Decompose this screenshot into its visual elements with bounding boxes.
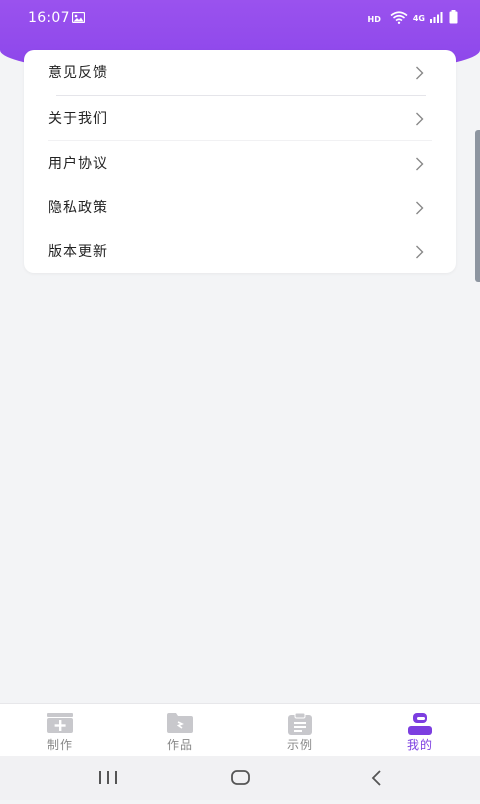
tab-mine[interactable]: 我的: [360, 704, 480, 757]
back-button[interactable]: [336, 756, 416, 800]
menu-item-privacy-policy[interactable]: 隐私政策: [24, 185, 456, 229]
network-type: 4G: [412, 14, 425, 23]
tab-label: 作品: [166, 738, 193, 752]
tab-examples[interactable]: 示例: [240, 704, 360, 757]
status-bar: 16:07 HD 4G: [0, 0, 480, 36]
menu-item-label: 关于我们: [48, 111, 108, 127]
signal-icon: [430, 11, 444, 27]
chevron-right-icon: [415, 65, 424, 84]
tab-create[interactable]: 制作: [0, 704, 120, 757]
folder-icon: [167, 713, 193, 737]
battery-icon: [449, 10, 458, 28]
menu-item-label: 用户协议: [48, 156, 108, 172]
home-button[interactable]: [200, 756, 280, 800]
recent-apps-button[interactable]: [68, 756, 148, 800]
menu-item-label: 意见反馈: [48, 65, 108, 81]
add-box-icon: [47, 713, 73, 737]
tab-label: 制作: [46, 738, 73, 752]
bottom-tab-bar: 制作 作品 示例 我的: [0, 703, 480, 757]
scroll-handle[interactable]: [475, 130, 480, 282]
chevron-right-icon: [415, 156, 424, 175]
menu-item-version-update[interactable]: 版本更新: [24, 229, 456, 273]
menu-item-label: 版本更新: [48, 244, 108, 260]
tab-label: 我的: [406, 738, 433, 752]
chevron-right-icon: [415, 111, 424, 130]
menu-item-user-agreement[interactable]: 用户协议: [24, 141, 456, 185]
chevron-right-icon: [415, 244, 424, 263]
menu-item-about-us[interactable]: 关于我们: [24, 96, 456, 140]
wifi-icon: [390, 10, 408, 28]
settings-menu-card: 意见反馈 关于我们 用户协议 隐私政策 版本更新: [24, 50, 456, 273]
image-notification-icon: [71, 11, 86, 27]
system-navigation-bar: [0, 756, 480, 800]
menu-item-label: 隐私政策: [48, 200, 108, 216]
hd-indicator: HD: [367, 14, 381, 24]
tab-works[interactable]: 作品: [120, 704, 240, 757]
tab-label: 示例: [286, 738, 313, 752]
status-time: 16:07: [28, 10, 70, 26]
menu-item-feedback[interactable]: 意见反馈: [24, 50, 456, 94]
chevron-right-icon: [415, 200, 424, 219]
